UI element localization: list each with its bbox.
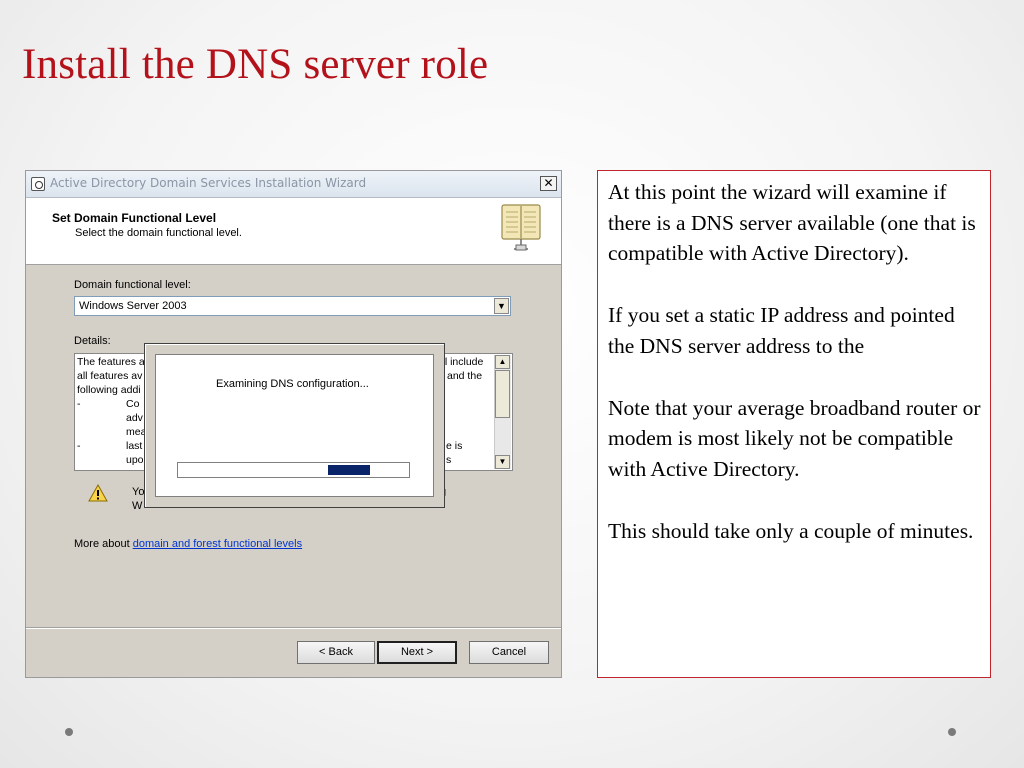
note-paragraph: This should take only a couple of minute… xyxy=(608,518,974,543)
details-line: The features a xyxy=(77,356,145,368)
progress-marquee xyxy=(328,465,370,475)
notes-panel: At this point the wizard will examine if… xyxy=(597,170,991,678)
functional-levels-link[interactable]: domain and forest functional levels xyxy=(133,538,302,550)
scroll-down-icon[interactable]: ▼ xyxy=(495,455,510,469)
details-label: Details: xyxy=(74,335,111,347)
window-title: Active Directory Domain Services Install… xyxy=(50,176,367,190)
next-button[interactable]: Next > xyxy=(377,641,457,664)
warning-line: Yo xyxy=(132,486,145,498)
warning-icon xyxy=(88,484,108,502)
note-paragraph: At this point the wizard will examine if… xyxy=(608,180,976,266)
warning-line: W xyxy=(132,500,143,512)
details-line: and the xyxy=(447,370,483,382)
note-paragraph: If you set a static IP address and point… xyxy=(608,303,955,358)
scroll-thumb[interactable] xyxy=(495,370,510,418)
wizard-header: Set Domain Functional Level Select the d… xyxy=(26,198,561,265)
details-line: s xyxy=(446,454,452,466)
details-line: e is xyxy=(446,440,463,452)
step-title: Set Domain Functional Level xyxy=(52,211,217,225)
scroll-up-icon[interactable]: ▲ xyxy=(495,355,510,369)
details-scrollbar[interactable]: ▲ ▼ xyxy=(494,355,511,469)
functional-level-value: Windows Server 2003 xyxy=(79,300,187,312)
more-about-prefix: More about xyxy=(74,538,133,550)
book-icon xyxy=(501,204,541,251)
details-line: all features av xyxy=(77,370,143,382)
more-about-text: More about domain and forest functional … xyxy=(74,538,302,550)
warning-text: Yo W xyxy=(132,485,144,513)
slide-title: Install the DNS server role xyxy=(22,41,489,88)
chevron-down-icon[interactable]: ▼ xyxy=(494,298,509,314)
back-button[interactable]: < Back xyxy=(297,641,375,664)
progress-dialog-body: Examining DNS configuration... xyxy=(155,354,434,497)
functional-level-select[interactable]: Windows Server 2003 ▼ xyxy=(74,296,511,316)
note-paragraph: Note that your average broadband router … xyxy=(608,395,981,481)
footer-divider xyxy=(26,627,561,629)
functional-level-label: Domain functional level: xyxy=(74,279,191,291)
step-subtitle: Select the domain functional level. xyxy=(75,227,242,239)
details-line: el include xyxy=(439,356,484,368)
app-icon xyxy=(31,177,45,191)
details-line: following addi xyxy=(77,384,141,396)
close-button[interactable]: ✕ xyxy=(540,176,557,191)
decorative-dot xyxy=(65,728,73,736)
progress-bar xyxy=(177,462,410,478)
decorative-dot xyxy=(948,728,956,736)
wizard-screenshot: Active Directory Domain Services Install… xyxy=(25,170,562,678)
cancel-button[interactable]: Cancel xyxy=(469,641,549,664)
window-titlebar[interactable]: Active Directory Domain Services Install… xyxy=(26,171,561,198)
progress-dialog: Examining DNS configuration... xyxy=(144,343,445,508)
progress-message: Examining DNS configuration... xyxy=(216,378,369,390)
